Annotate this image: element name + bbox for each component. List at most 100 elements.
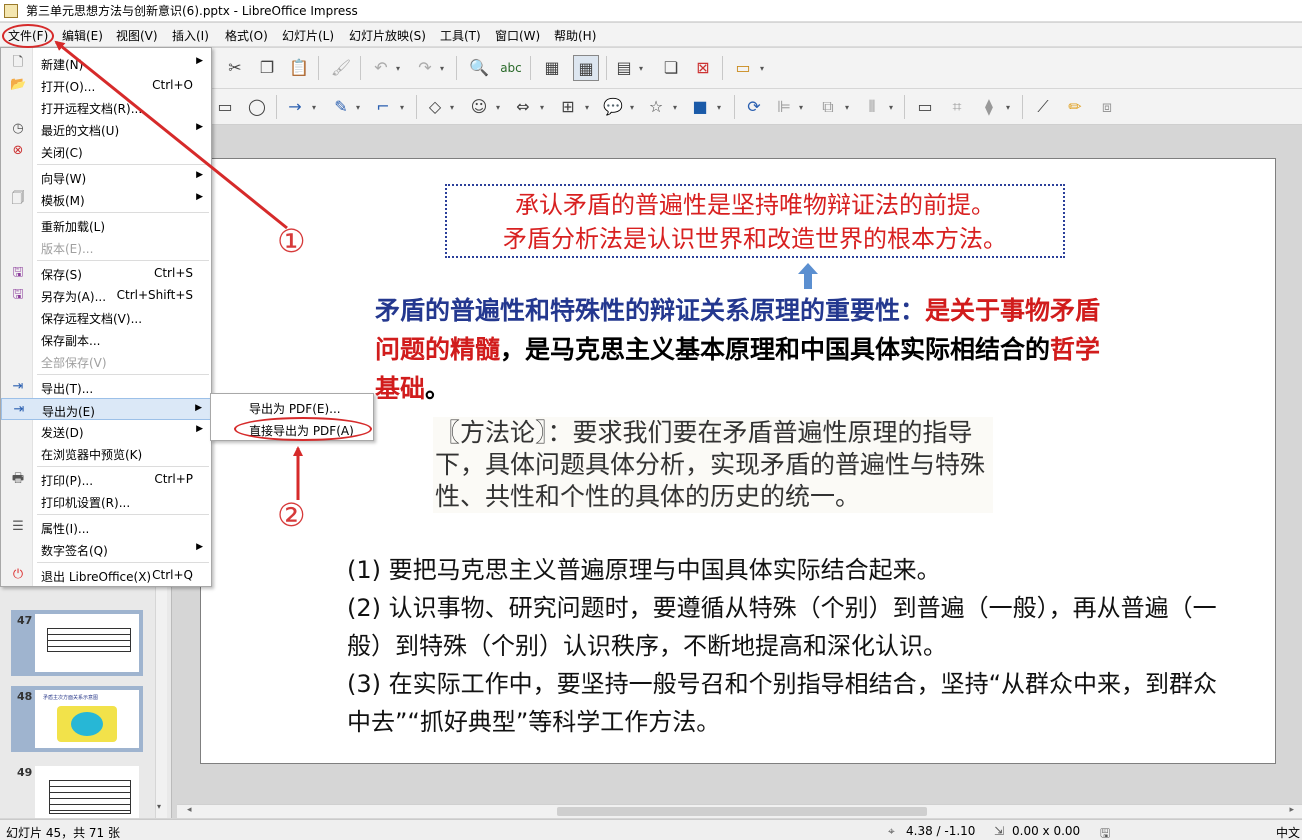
slide-canvas[interactable]: 承认矛盾的普遍性是坚持唯物辩证法的前提。 矛盾分析法是认识世界和改造世界的根本方… [200, 158, 1276, 764]
menu-item-wizards[interactable]: 向导(W) ▶ [1, 166, 211, 188]
toggle-extrusion-icon[interactable]: ⧈ [1096, 96, 1118, 118]
align-dropdown-icon[interactable]: ▾ [799, 103, 807, 113]
scroll-right-icon[interactable]: ▸ [1289, 805, 1294, 815]
menu-tools[interactable]: 工具(T) [440, 27, 481, 44]
line-dropdown-icon[interactable]: ▾ [312, 103, 320, 113]
block-arrows-icon[interactable]: ⇔ [512, 96, 534, 118]
menu-window[interactable]: 窗口(W) [495, 27, 540, 44]
callouts-icon[interactable]: 💬 [602, 96, 624, 118]
display-grid-icon[interactable]: ▦ [541, 57, 563, 79]
undo-icon[interactable]: ↶ [370, 57, 392, 79]
new-slide-dropdown-icon[interactable]: ▾ [639, 64, 647, 74]
document-modified-icon[interactable]: 🖫 [1100, 824, 1110, 840]
menu-slide[interactable]: 幻灯片(L) [282, 27, 334, 44]
cut-icon[interactable]: ✂ [224, 57, 246, 79]
align-icon[interactable]: ⊫ [773, 96, 795, 118]
duplicate-slide-icon[interactable]: ❏ [660, 57, 682, 79]
symbol-shapes-icon[interactable]: ☺ [468, 96, 490, 118]
points-textbox[interactable]: (1) 要把马克思主义普遍原理与中国具体实际结合起来。 (2) 认识事物、研究问… [347, 551, 1227, 741]
slide-thumbnail[interactable]: 49 [11, 762, 143, 818]
find-replace-icon[interactable]: 🔍 [468, 57, 490, 79]
menu-item-printer-settings[interactable]: 打印机设置(R)... [1, 490, 211, 512]
distribute-dropdown-icon[interactable]: ▾ [889, 103, 897, 113]
menu-item-save-as[interactable]: 🖫 另存为(A)... Ctrl+Shift+S [1, 284, 211, 306]
menu-item-save[interactable]: 🖫 保存(S) Ctrl+S [1, 262, 211, 284]
distribute-icon[interactable]: ⫴ [861, 96, 883, 118]
points-icon[interactable]: ⟋ [1032, 96, 1054, 118]
slide-layout-dropdown-icon[interactable]: ▾ [760, 64, 768, 74]
menu-item-export-as[interactable]: ⇥ 导出为(E) ▶ [1, 398, 211, 420]
basic-shapes-dropdown-icon[interactable]: ▾ [450, 103, 458, 113]
menu-edit[interactable]: 编辑(E) [62, 27, 103, 44]
menu-item-recent-documents[interactable]: ◷ 最近的文档(U) ▶ [1, 118, 211, 140]
menu-item-save-copy[interactable]: 保存副本... [1, 328, 211, 350]
block-arrows-dropdown-icon[interactable]: ▾ [540, 103, 548, 113]
spelling-icon[interactable]: abc [500, 57, 522, 79]
undo-dropdown-icon[interactable]: ▾ [396, 64, 404, 74]
slide-thumbnail[interactable]: 47 [11, 610, 143, 676]
menu-slideshow[interactable]: 幻灯片放映(S) [349, 27, 426, 44]
menu-item-open[interactable]: 📂 打开(O)... Ctrl+O [1, 74, 211, 96]
menu-item-export[interactable]: ⇥ 导出(T)... [1, 376, 211, 398]
menu-item-properties[interactable]: ☰ 属性(I)... [1, 516, 211, 538]
menu-item-exit[interactable]: ⏻ 退出 LibreOffice(X) Ctrl+Q [1, 564, 211, 586]
slide-heading[interactable]: 矛盾的普遍性和特殊性的辩证关系原理的重要性：是关于事物矛盾问题的精髓，是马克思主… [375, 291, 1115, 408]
basic-shapes-icon[interactable]: ◇ [424, 96, 446, 118]
menu-view[interactable]: 视图(V) [116, 27, 158, 44]
menu-help[interactable]: 帮助(H) [554, 27, 596, 44]
menu-item-preview-in-browser[interactable]: 在浏览器中预览(K) [1, 442, 211, 464]
scroll-left-icon[interactable]: ◂ [187, 805, 192, 815]
rectangle-icon[interactable]: ▭ [214, 96, 236, 118]
menu-item-templates[interactable]: 🗍 模板(M) ▶ [1, 188, 211, 210]
stars-icon[interactable]: ☆ [645, 96, 667, 118]
symbol-shapes-dropdown-icon[interactable]: ▾ [496, 103, 504, 113]
slide-thumbnail[interactable]: 48 矛盾主次方面关系示意图 [11, 686, 143, 752]
redo-dropdown-icon[interactable]: ▾ [440, 64, 448, 74]
flowchart-icon[interactable]: ⊞ [557, 96, 579, 118]
curve-dropdown-icon[interactable]: ▾ [356, 103, 364, 113]
menu-item-new[interactable]: 🗋 新建(N) ▶ [1, 52, 211, 74]
filter-dropdown-icon[interactable]: ▾ [1006, 103, 1014, 113]
principle-textbox[interactable]: 承认矛盾的普遍性是坚持唯物辩证法的前提。 矛盾分析法是认识世界和改造世界的根本方… [445, 184, 1065, 258]
rotate-icon[interactable]: ⟳ [743, 96, 765, 118]
menu-item-print[interactable]: 🖶 打印(P)... Ctrl+P [1, 468, 211, 490]
arrange-dropdown-icon[interactable]: ▾ [845, 103, 853, 113]
crop-icon[interactable]: ⌗ [946, 96, 968, 118]
ellipse-icon[interactable]: ◯ [246, 96, 268, 118]
stars-dropdown-icon[interactable]: ▾ [673, 103, 681, 113]
filter-icon[interactable]: ⧫ [978, 96, 1000, 118]
menu-item-open-remote[interactable]: 打开远程文档(R)... [1, 96, 211, 118]
methodology-quote[interactable]: 〖方法论〗：要求我们要在矛盾普遍性原理的指导下，具体问题具体分析，实现矛盾的普遍… [433, 417, 993, 513]
menu-item-send[interactable]: 发送(D) ▶ [1, 420, 211, 442]
menu-item-close[interactable]: ⊗ 关闭(C) [1, 140, 211, 162]
glue-points-icon[interactable]: ✏ [1064, 96, 1086, 118]
shadow-icon[interactable]: ▭ [914, 96, 936, 118]
connector-dropdown-icon[interactable]: ▾ [400, 103, 408, 113]
submenu-export-pdf[interactable]: 导出为 PDF(E)... [249, 400, 341, 417]
new-slide-icon[interactable]: ▤ [613, 57, 635, 79]
scrollbar-thumb[interactable] [557, 807, 927, 816]
paste-icon[interactable]: 📋 [288, 57, 310, 79]
callouts-dropdown-icon[interactable]: ▾ [630, 103, 638, 113]
snap-grid-icon[interactable]: ▦ [573, 55, 599, 81]
language-indicator[interactable]: 中文 [1276, 824, 1300, 840]
menu-item-digital-signatures[interactable]: 数字签名(Q) ▶ [1, 538, 211, 560]
arrange-icon[interactable]: ⧉ [817, 96, 839, 118]
menu-format[interactable]: 格式(O) [225, 27, 268, 44]
menu-insert[interactable]: 插入(I) [172, 27, 209, 44]
line-arrow-icon[interactable]: → [284, 96, 306, 118]
copy-icon[interactable]: ❐ [256, 57, 278, 79]
scroll-down-icon[interactable]: ▾ [157, 802, 161, 811]
clone-formatting-icon[interactable]: 🖌 [330, 57, 352, 79]
3d-objects-dropdown-icon[interactable]: ▾ [717, 103, 725, 113]
redo-icon[interactable]: ↷ [414, 57, 436, 79]
slide-layout-icon[interactable]: ▭ [732, 57, 754, 79]
horizontal-scrollbar[interactable]: ◂ ▸ [177, 804, 1302, 818]
menu-item-reload[interactable]: 重新加载(L) [1, 214, 211, 236]
3d-objects-icon[interactable]: ■ [689, 96, 711, 118]
flowchart-dropdown-icon[interactable]: ▾ [585, 103, 593, 113]
menu-item-save-remote[interactable]: 保存远程文档(V)... [1, 306, 211, 328]
curve-icon[interactable]: ✎ [330, 96, 352, 118]
delete-slide-icon[interactable]: ⊠ [692, 57, 714, 79]
connector-icon[interactable]: ⌐ [372, 96, 394, 118]
